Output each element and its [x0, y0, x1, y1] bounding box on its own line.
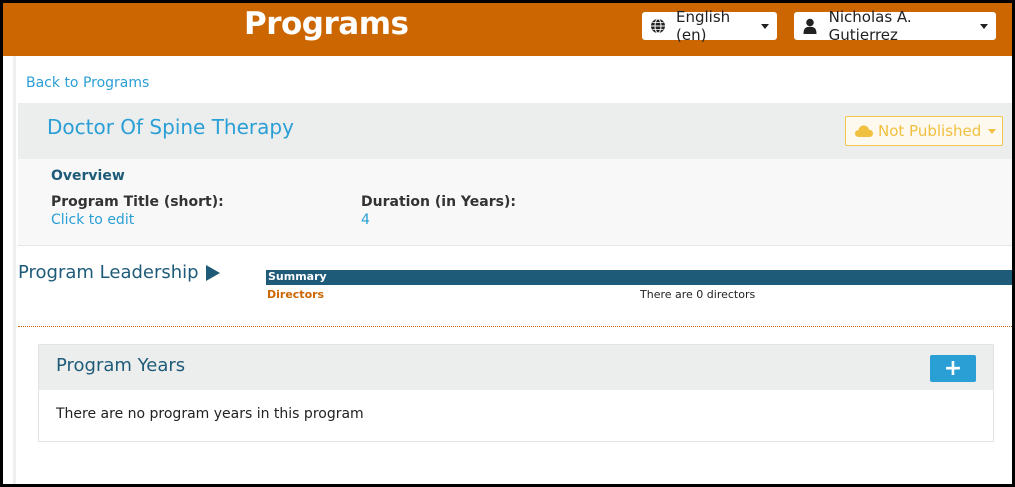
user-name: Nicholas A. Gutierrez	[828, 8, 912, 44]
add-program-year-button[interactable]: +	[930, 355, 976, 382]
program-title: Doctor Of Spine Therapy	[47, 115, 294, 139]
globe-icon	[650, 17, 666, 35]
main-content: Back to Programs Doctor Of Spine Therapy…	[3, 56, 1012, 484]
overview-section: Overview Program Title (short): Click to…	[18, 159, 1012, 246]
short-title-value[interactable]: Click to edit	[51, 212, 134, 228]
page-title: Programs	[244, 6, 409, 42]
program-years-header: Program Years +	[39, 345, 993, 390]
program-title-band: Doctor Of Spine Therapy Not Published	[18, 103, 1012, 159]
program-years-title: Program Years	[56, 355, 186, 376]
program-years-empty-message: There are no program years in this progr…	[56, 406, 364, 422]
user-menu[interactable]: Nicholas A. Gutierrez	[794, 8, 996, 44]
language-label: English (en)	[676, 8, 731, 44]
duration-value[interactable]: 4	[361, 212, 370, 228]
language-dropdown[interactable]: English (en)	[642, 8, 777, 44]
left-rail	[13, 56, 16, 484]
cloud-icon	[854, 124, 874, 138]
program-years-panel: Program Years + There are no program yea…	[38, 344, 994, 442]
chevron-down-icon	[988, 128, 997, 134]
directors-label: Directors	[267, 288, 325, 301]
publish-status-dropdown[interactable]: Not Published	[845, 116, 1003, 146]
directors-value: There are 0 directors	[640, 288, 756, 301]
section-divider	[18, 326, 1012, 327]
overview-heading: Overview	[51, 168, 125, 184]
user-icon	[802, 17, 819, 35]
back-to-programs-link[interactable]: Back to Programs	[26, 75, 149, 91]
duration-label: Duration (in Years):	[361, 194, 516, 210]
chevron-down-icon	[761, 23, 769, 29]
top-header: Programs English (en) Nicholas A. Gutier…	[3, 3, 1012, 56]
chevron-down-icon	[980, 23, 988, 29]
app-window: Programs English (en) Nicholas A. Gutier…	[3, 3, 1012, 484]
summary-label: Summary	[268, 270, 327, 283]
program-leadership-title: Program Leadership	[18, 262, 199, 283]
expand-arrow-icon	[205, 264, 220, 281]
summary-bar: Summary	[266, 270, 1012, 285]
program-leadership-toggle[interactable]: Program Leadership	[18, 262, 220, 283]
short-title-label: Program Title (short):	[51, 194, 224, 210]
publish-status-label: Not Published	[878, 122, 982, 140]
